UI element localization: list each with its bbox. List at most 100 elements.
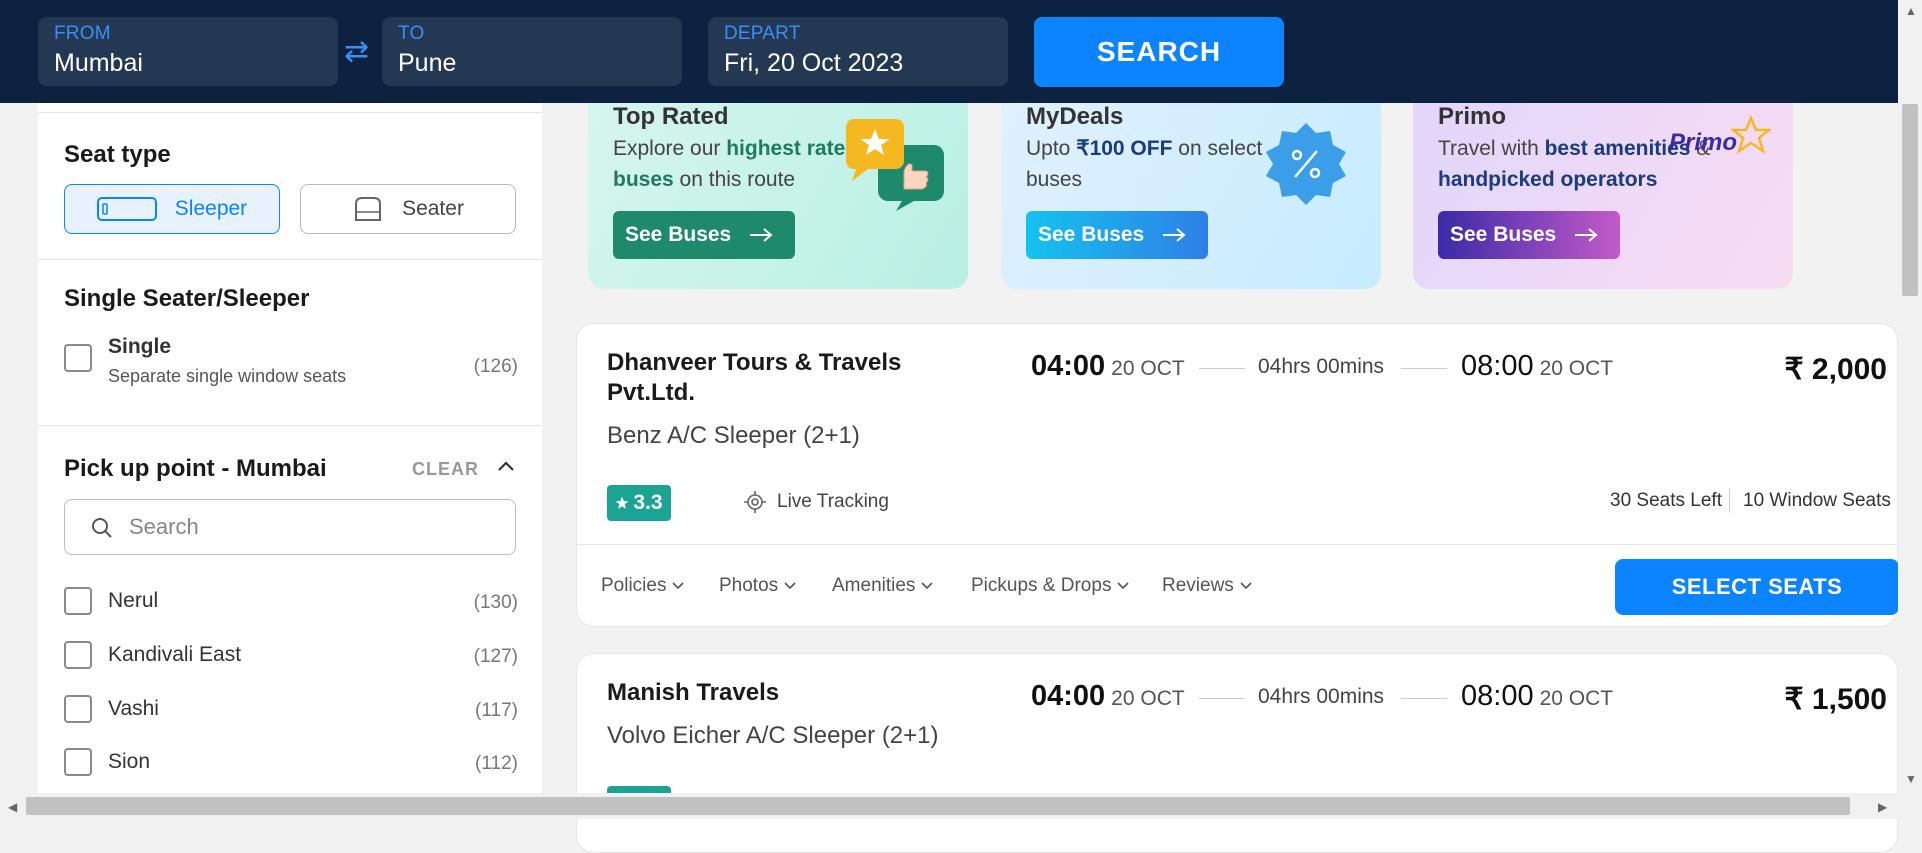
bus-card: Dhanveer Tours & Travels Pvt.Ltd. Benz A… [576,323,1899,628]
pickup-checkbox-sion[interactable] [64,748,92,776]
departure-time: 04:00 20 OCT [1031,680,1185,712]
from-field[interactable]: FROM Mumbai [38,17,338,86]
bus-detail-tabs: Policies Photos Amenities Pickups & Drop… [577,544,1899,628]
single-sub-label: Separate single window seats [108,366,347,386]
bus-type: Volvo Eicher A/C Sleeper (2+1) [607,722,939,749]
promo-mydeals: MyDeals Upto ₹100 OFF on select buses Se… [1001,103,1381,289]
pickup-label: Kandivali East [108,643,242,666]
scroll-up-arrow-icon[interactable]: ▲ [1905,4,1917,18]
bus-type: Benz A/C Sleeper (2+1) [607,422,860,449]
chevron-down-icon [784,582,796,590]
pickup-title: Pick up point - Mumbai [64,455,327,482]
fare-price: ₹ 2,000 [1784,353,1888,386]
bus-card: Manish Travels Volvo Eicher A/C Sleeper … [576,653,1898,853]
arrow-right-icon [750,228,773,242]
see-buses-button[interactable]: See Buses [613,211,795,259]
scroll-down-arrow-icon[interactable]: ▼ [1905,772,1917,786]
filters-sidebar: Seat type Sleeper Seater Single Seater/S… [38,103,542,793]
to-label: TO [398,23,425,44]
promo-top-rated: Top Rated Explore our highest rated buse… [588,103,968,289]
seater-label: Seater [402,197,464,220]
duration-line [1199,698,1245,699]
depart-field[interactable]: DEPART Fri, 20 Oct 2023 [708,17,1008,86]
pickup-label: Vashi [108,697,159,720]
single-checkbox[interactable] [64,344,92,372]
to-field[interactable]: TO Pune [382,17,682,86]
location-target-icon [744,491,766,513]
star-icon [1731,115,1771,154]
pickup-count: (130) [473,592,518,613]
to-value: Pune [398,49,457,77]
search-button[interactable]: SEARCH [1034,17,1284,87]
tab-reviews[interactable]: Reviews [1162,575,1252,597]
scroll-left-arrow-icon[interactable]: ◀ [8,800,17,814]
tab-photos[interactable]: Photos [719,575,796,597]
vertical-scroll-thumb[interactable] [1902,104,1918,296]
sleeper-label: Sleeper [174,197,248,220]
search-bar: FROM Mumbai ⇄ TO Pune DEPART Fri, 20 Oct… [0,0,1898,103]
swap-icon[interactable]: ⇄ [344,34,369,69]
see-buses-button[interactable]: See Buses [1438,211,1620,259]
select-seats-button[interactable]: SELECT SEATS [1615,559,1899,615]
rating-badge-icon [846,119,944,211]
tab-pickups-drops[interactable]: Pickups & Drops [971,575,1130,597]
seat-type-title: Seat type [64,141,171,168]
chevron-up-icon[interactable] [496,457,516,482]
arrival-time: 08:00 20 OCT [1461,350,1614,382]
single-label: Single [108,335,172,358]
promo-primo: Primo Travel with best amenities & handp… [1413,103,1793,289]
scroll-right-arrow-icon[interactable]: ▶ [1878,800,1887,814]
rating-badge[interactable]: 3.3 [607,485,671,521]
primo-logo: Primo [1669,129,1738,156]
pickup-search[interactable] [64,499,516,555]
see-buses-button[interactable]: See Buses [1026,211,1208,259]
arrival-time: 08:00 20 OCT [1461,680,1614,712]
pickup-label: Nerul [108,589,159,612]
pickup-search-input[interactable] [127,512,487,542]
departure-time: 04:00 20 OCT [1031,350,1185,382]
window-seats: 10 Window Seats [1743,490,1891,511]
single-section-title: Single Seater/Sleeper [64,285,310,312]
from-label: FROM [54,23,111,44]
chevron-down-icon [672,582,685,590]
tab-amenities[interactable]: Amenities [832,575,933,597]
depart-value: Fri, 20 Oct 2023 [724,49,904,77]
duration: 04hrs 00mins [1258,685,1385,708]
star-icon [616,496,629,509]
divider [38,112,542,113]
duration-line [1401,698,1447,699]
divider [1729,489,1730,513]
sleeper-button[interactable]: Sleeper [64,184,280,234]
clear-button[interactable]: CLEAR [412,459,479,480]
from-value: Mumbai [54,49,143,77]
duration-line [1199,368,1245,369]
live-tracking: Live Tracking [743,490,889,514]
pickup-label: Sion [108,750,151,773]
vertical-scrollbar[interactable]: ▲ ▼ [1898,0,1922,793]
duration-line [1401,368,1447,369]
search-icon [92,518,112,538]
seater-icon [355,197,382,221]
pickup-checkbox-vashi[interactable] [64,695,92,723]
pickup-checkbox-nerul[interactable] [64,587,92,615]
horizontal-scroll-thumb[interactable] [26,797,1850,815]
operator-name: Dhanveer Tours & Travels Pvt.Ltd. [607,349,902,406]
depart-label: DEPART [724,23,801,44]
promo-title: MyDeals [1026,103,1124,130]
promo-title: Primo [1438,103,1507,130]
pickup-checkbox-kandivali-east[interactable] [64,641,92,669]
pickup-count: (127) [473,646,518,667]
sleeper-icon [96,197,157,221]
chevron-down-icon [1117,582,1130,590]
divider [38,259,542,260]
promo-desc: Upto ₹100 OFF on select buses [1026,137,1263,191]
pickup-count: (112) [475,753,518,774]
fare-price: ₹ 1,500 [1784,683,1888,716]
seater-button[interactable]: Seater [300,184,516,234]
horizontal-scrollbar[interactable]: ◀ ▶ [0,793,1922,819]
promo-title: Top Rated [613,103,729,130]
arrow-right-icon [1163,228,1186,242]
tab-policies[interactable]: Policies [601,575,685,597]
seats-left: 30 Seats Left [1610,490,1722,511]
arrow-right-icon [1575,228,1598,242]
